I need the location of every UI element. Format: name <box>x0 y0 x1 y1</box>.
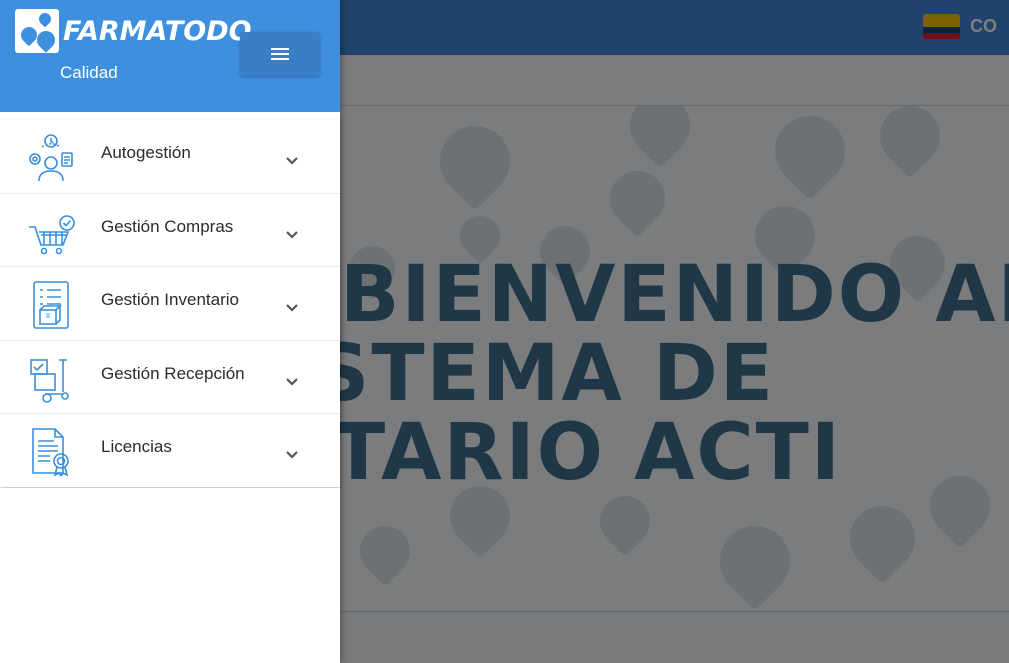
chevron-down-icon <box>286 230 298 239</box>
sidebar-menu: Autogestión Gestión Compras Gestión Inve… <box>0 120 340 487</box>
sidebar-item-label: Gestión Recepción <box>101 363 245 383</box>
farmatodo-logo: FARMATODO <box>15 9 252 53</box>
sidebar-item-licencias[interactable]: Licencias <box>0 413 340 487</box>
chevron-down-icon <box>286 377 298 386</box>
hand-truck-icon <box>30 358 69 403</box>
self-management-icon <box>29 134 73 182</box>
sidebar-item-autogestion[interactable]: Autogestión <box>0 120 340 193</box>
shopping-cart-icon <box>29 214 75 254</box>
logo-mark-icon <box>15 9 59 53</box>
sidebar-item-gestion-inventario[interactable]: Gestión Inventario <box>0 266 340 340</box>
hamburger-icon <box>271 48 289 60</box>
brand-name: FARMATODO <box>63 15 252 47</box>
sidebar-item-label: Autogestión <box>101 143 191 162</box>
drawer-header: FARMATODO Calidad <box>0 0 340 112</box>
inventory-clipboard-icon <box>33 281 69 329</box>
chevron-down-icon <box>286 157 298 165</box>
app-subtitle: Calidad <box>60 63 118 82</box>
sidebar-item-label: Gestión Inventario <box>101 290 239 309</box>
sidebar-item-gestion-recepcion[interactable]: Gestión Recepción <box>0 339 340 414</box>
chevron-down-icon <box>286 451 298 459</box>
sidebar-item-label: Gestión Compras <box>101 216 234 236</box>
license-certificate-icon <box>32 428 69 477</box>
drawer-empty-area <box>0 488 340 663</box>
sidebar-drawer: FARMATODO Calidad Autogestión Gestión Co… <box>0 0 340 663</box>
menu-toggle-button[interactable] <box>240 32 320 76</box>
chevron-down-icon <box>286 304 298 312</box>
sidebar-item-label: Licencias <box>101 437 172 456</box>
sidebar-item-gestion-compras[interactable]: Gestión Compras <box>0 192 340 267</box>
